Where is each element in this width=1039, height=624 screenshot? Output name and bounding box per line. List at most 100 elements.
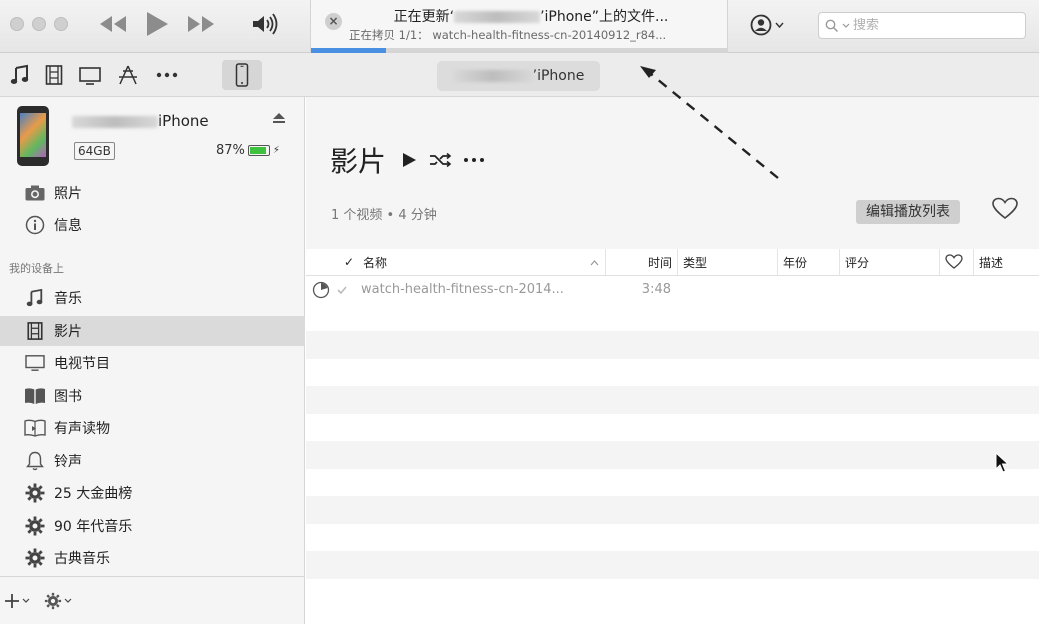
sidebar-item-label: 90 年代音乐 (54, 518, 133, 535)
tv-icon[interactable] (78, 64, 102, 90)
sidebar-item-gear[interactable]: 90 年代音乐 (0, 511, 305, 541)
table-row (306, 304, 1039, 332)
sidebar-item-audiobook[interactable]: 有声读物 (0, 413, 305, 443)
page-title: 影片 (330, 140, 486, 180)
sidebar-item-tv[interactable]: 电视节目 (0, 348, 305, 378)
minimize-window-button[interactable] (32, 17, 46, 31)
gear-icon (24, 547, 46, 569)
battery-status: 87% ⚡ (216, 143, 280, 158)
more-icon[interactable] (154, 64, 180, 90)
syncing-progress-icon (312, 281, 330, 298)
device-button[interactable] (222, 60, 262, 90)
mouse-cursor-icon (995, 452, 1009, 473)
shuffle-icon[interactable] (428, 151, 452, 169)
chevron-down-icon (775, 22, 784, 28)
table-row (306, 469, 1039, 497)
sidebar-item-music-note[interactable]: 音乐 (0, 283, 305, 313)
sidebar-item-label: 音乐 (54, 291, 82, 307)
account-menu[interactable] (750, 14, 784, 36)
column-year[interactable]: 年份 (777, 249, 839, 275)
gear-icon (24, 482, 46, 504)
table-row[interactable]: watch-health-fitness-cn-2014... 3:48 (306, 276, 1039, 304)
column-type[interactable]: 类型 (677, 249, 777, 275)
row-time: 3:48 (641, 282, 671, 298)
iphone-thumbnail (17, 106, 49, 166)
search-field[interactable] (818, 12, 1026, 39)
sidebar-item-label: 25 大金曲榜 (54, 486, 133, 502)
sidebar-item-gear[interactable]: 古典音乐 (0, 543, 305, 573)
media-type-selector (10, 64, 180, 90)
sidebar-item-info[interactable]: 信息 (0, 210, 305, 240)
tv-icon (24, 352, 46, 374)
zoom-window-button[interactable] (54, 17, 68, 31)
chevron-down-icon (842, 23, 850, 28)
film-icon[interactable] (44, 64, 64, 90)
more-icon[interactable] (462, 151, 486, 169)
film-icon (24, 320, 46, 342)
edit-playlist-button[interactable]: 编辑播放列表 (856, 200, 960, 224)
sidebar-item-film[interactable]: 影片 (0, 315, 305, 346)
music-note-icon (24, 287, 46, 309)
settings-button[interactable] (44, 592, 72, 610)
close-window-button[interactable] (10, 17, 24, 31)
table-row (306, 524, 1039, 552)
redacted-device-name (454, 11, 541, 23)
iphone-icon (235, 63, 249, 87)
search-input[interactable] (853, 18, 1003, 33)
gear-icon (24, 515, 46, 537)
table-row (306, 414, 1039, 442)
playlist-header: 影片 1 个视频 • 4 分钟 编辑播放列表 (306, 97, 1039, 249)
capacity-badge: 64GB (74, 142, 115, 160)
chevron-down-icon (64, 598, 72, 603)
device-name: iPhone (72, 112, 209, 130)
cancel-sync-button[interactable]: × (325, 13, 342, 30)
column-description[interactable]: 描述 (973, 249, 1039, 275)
device-summary[interactable]: iPhone 64GB 87% ⚡ (0, 97, 305, 175)
rewind-icon[interactable] (98, 13, 128, 35)
column-loved[interactable] (939, 249, 973, 275)
sidebar-item-label: 古典音乐 (54, 551, 110, 567)
sidebar-item-gear[interactable]: 25 大金曲榜 (0, 478, 305, 508)
column-name[interactable]: 名称 (358, 249, 605, 275)
sidebar-item-book[interactable]: 图书 (0, 381, 305, 411)
sidebar-item-bell[interactable]: 铃声 (0, 446, 305, 476)
bell-icon (24, 450, 46, 472)
plus-icon (5, 593, 19, 608)
play-icon[interactable] (400, 151, 418, 169)
checkbox-icon[interactable] (336, 284, 348, 296)
table-row (306, 331, 1039, 359)
redacted-device-name (72, 115, 158, 128)
heart-icon[interactable] (992, 197, 1018, 225)
sync-status-title: 正在更新‘’iPhone”上的文件... (393, 9, 669, 25)
section-title-my-device: 我的设备上 (9, 262, 64, 275)
battery-icon (247, 145, 270, 156)
music-note-icon[interactable] (10, 64, 30, 90)
column-time[interactable]: 时间 (605, 249, 677, 275)
app-store-icon[interactable] (116, 64, 140, 90)
table-header: ✓ 名称 时间 类型 年份 评分 描述 (306, 249, 1039, 276)
sidebar-item-camera[interactable]: 照片 (0, 178, 305, 208)
heart-icon (945, 254, 963, 269)
table-row (306, 551, 1039, 579)
movies-table: ✓ 名称 时间 类型 年份 评分 描述 watch-health-fitness… (306, 249, 1039, 606)
eject-icon[interactable] (272, 112, 286, 128)
volume-icon[interactable] (250, 13, 280, 39)
user-icon (750, 14, 772, 36)
table-row (306, 579, 1039, 607)
chevron-down-icon (22, 598, 30, 603)
sidebar-item-label: 电视节目 (54, 356, 110, 372)
column-rating[interactable]: 评分 (839, 249, 939, 275)
playlist-summary: 1 个视频 • 4 分钟 (331, 208, 437, 223)
book-icon (24, 385, 46, 407)
add-playlist-button[interactable] (4, 593, 30, 609)
table-row (306, 441, 1039, 469)
search-icon (825, 19, 839, 32)
sidebar-item-label: 有声读物 (54, 421, 110, 437)
device-name-pill[interactable]: ’iPhone (437, 61, 600, 91)
play-icon[interactable] (144, 10, 170, 38)
fast-forward-icon[interactable] (186, 13, 216, 35)
table-row (306, 359, 1039, 387)
sync-status-subtitle: 正在拷贝 1/1： watch-health-fitness-cn-201409… (349, 28, 667, 42)
charging-icon: ⚡ (272, 145, 280, 156)
column-check[interactable]: ✓ (306, 249, 358, 275)
